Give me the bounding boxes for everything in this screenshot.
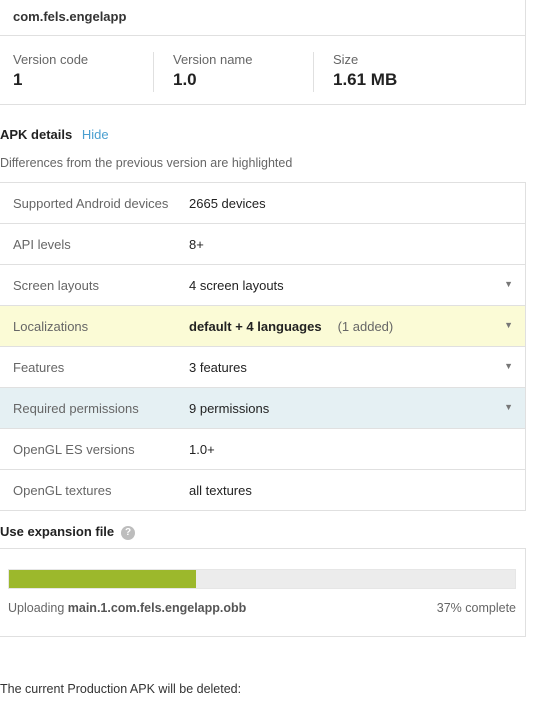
details-row-localizations[interactable]: Localizations default + 4 languages (1 ad…	[0, 306, 525, 347]
package-summary-card: com.fels.engelapp Version code 1 Version…	[0, 0, 526, 105]
upload-file-name: main.1.com.fels.engelapp.obb	[67, 601, 247, 615]
version-code-label: Version code	[13, 52, 89, 67]
version-name-stat: Version name 1.0	[173, 52, 253, 90]
upload-status: Uploading main.1.com.fels.engelapp.obb	[8, 601, 246, 615]
details-row-opengl-textures: OpenGL textures all textures	[0, 470, 525, 511]
chevron-down-icon[interactable]: ▼	[504, 402, 513, 412]
details-row-api-levels: API levels 8+	[0, 224, 525, 265]
row-label: Screen layouts	[13, 278, 99, 293]
upload-progress-fill	[9, 570, 197, 588]
version-name-value: 1.0	[173, 70, 197, 89]
row-value: 3 features	[189, 360, 247, 375]
help-icon[interactable]: ?	[121, 526, 135, 540]
row-value: 9 permissions	[189, 401, 270, 416]
upload-progress-card: Uploading main.1.com.fels.engelapp.obb 3…	[0, 548, 526, 637]
row-label: API levels	[13, 237, 71, 252]
row-label: Localizations	[13, 319, 89, 334]
details-row-opengl-es: OpenGL ES versions 1.0+	[0, 429, 525, 470]
version-name-label: Version name	[173, 52, 253, 67]
row-value: default + 4 languages (1 added)	[189, 319, 393, 334]
details-row-features[interactable]: Features 3 features ▼	[0, 347, 525, 388]
row-value: 1.0+	[189, 442, 215, 457]
differences-note: Differences from the previous version ar…	[0, 156, 293, 170]
added-badge: (1 added)	[337, 319, 394, 334]
uploading-label: Uploading	[8, 601, 68, 615]
row-value: 8+	[189, 237, 204, 252]
apk-upload-page: com.fels.engelapp Version code 1 Version…	[0, 0, 533, 709]
divider	[153, 52, 154, 92]
row-label: Features	[13, 360, 65, 375]
expansion-file-title: Use expansion file	[0, 524, 115, 539]
size-stat: Size 1.61 MB	[333, 52, 397, 90]
version-code-stat: Version code 1	[13, 52, 88, 90]
details-row-permissions[interactable]: Required permissions 9 permissions ▼	[0, 388, 525, 429]
row-value: 4 screen layouts	[189, 278, 284, 293]
size-label: Size	[333, 52, 359, 67]
divider	[0, 35, 525, 36]
divider	[313, 52, 314, 92]
chevron-down-icon[interactable]: ▼	[504, 361, 513, 371]
row-value: 2665 devices	[189, 196, 266, 211]
row-label: Required permissions	[13, 401, 139, 416]
apk-details-table: Supported Android devices 2665 devices A…	[0, 182, 526, 511]
size-value: 1.61 MB	[333, 70, 398, 89]
details-row-supported-devices: Supported Android devices 2665 devices	[0, 183, 525, 224]
row-value: all textures	[189, 483, 252, 498]
chevron-down-icon[interactable]: ▼	[504, 279, 513, 289]
row-label: Supported Android devices	[13, 196, 169, 211]
row-label: OpenGL ES versions	[13, 442, 135, 457]
upload-percent: 37% complete	[436, 601, 516, 615]
apk-details-title: APK details	[0, 127, 73, 142]
chevron-down-icon[interactable]: ▼	[504, 320, 513, 330]
package-name: com.fels.engelapp	[13, 9, 127, 24]
hide-details-link[interactable]: Hide	[82, 127, 109, 142]
upload-progress-bar	[8, 569, 516, 589]
localizations-value: default + 4 languages	[189, 319, 322, 334]
production-apk-note: The current Production APK will be delet…	[0, 682, 242, 696]
row-label: OpenGL textures	[13, 483, 112, 498]
apk-details-header: APK details Hide	[0, 127, 109, 142]
details-row-screen-layouts[interactable]: Screen layouts 4 screen layouts ▼	[0, 265, 525, 306]
version-code-value: 1	[13, 70, 23, 89]
